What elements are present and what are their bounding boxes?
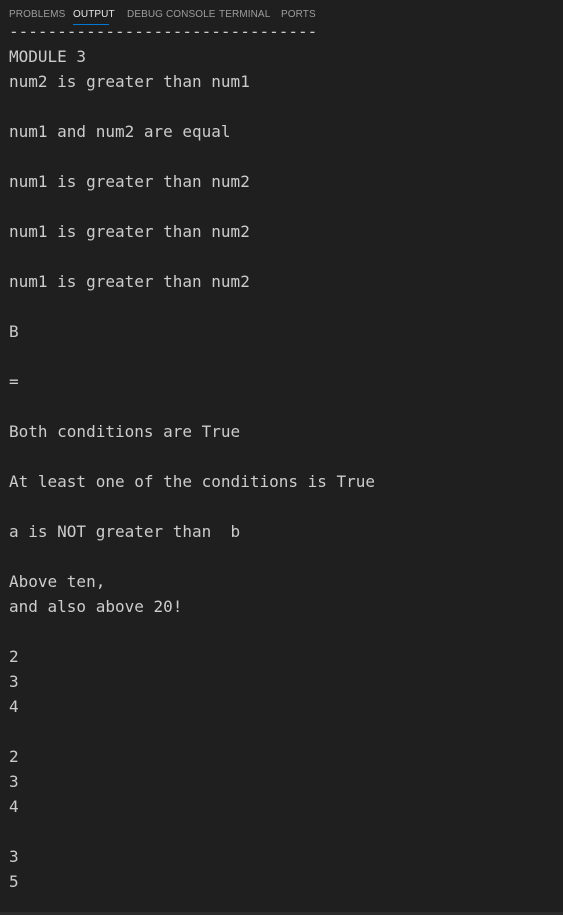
output-line: B (9, 322, 19, 341)
blank-output-line (9, 294, 554, 319)
blank-output-line (9, 244, 554, 269)
blank-output-line (9, 619, 554, 644)
output-line: 2 (9, 747, 19, 766)
output-line: 3 (9, 672, 19, 691)
output-line: Above ten, (9, 572, 106, 591)
blank-output-line (9, 94, 554, 119)
active-tab-indicator (73, 24, 109, 25)
output-line: At least one of the conditions is True (9, 472, 376, 491)
output-line: and also above 20! (9, 597, 183, 616)
blank-output-line (9, 144, 554, 169)
output-line: 4 (9, 697, 19, 716)
blank-output-line (9, 494, 554, 519)
blank-output-line (9, 194, 554, 219)
output-panel: PROBLEMS OUTPUT DEBUG CONSOLE TERMINAL P… (0, 0, 563, 915)
output-line: 5 (9, 872, 19, 891)
output-line: MODULE 3 (9, 47, 87, 66)
output-line: a is NOT greater than b (9, 522, 241, 541)
tab-ports[interactable]: PORTS (281, 9, 316, 20)
blank-output-line (9, 444, 554, 469)
output-text-area[interactable]: -------------------------------- MODULE 3… (9, 19, 554, 894)
output-line: num2 is greater than num1 (9, 72, 250, 91)
output-line: 2 (9, 647, 19, 666)
panel-tab-bar: PROBLEMS OUTPUT DEBUG CONSOLE TERMINAL P… (0, 0, 563, 28)
output-line: num1 is greater than num2 (9, 272, 250, 291)
output-line: num1 and num2 are equal (9, 122, 231, 141)
output-line: 4 (9, 797, 19, 816)
output-line: num1 is greater than num2 (9, 222, 250, 241)
tab-terminal[interactable]: TERMINAL (219, 9, 270, 20)
tab-debug-console[interactable]: DEBUG CONSOLE (127, 9, 216, 20)
output-line: 3 (9, 847, 19, 866)
tab-problems[interactable]: PROBLEMS (9, 9, 65, 20)
blank-output-line (9, 819, 554, 844)
output-line: = (9, 372, 19, 391)
output-line: 3 (9, 772, 19, 791)
blank-output-line (9, 344, 554, 369)
blank-output-line (9, 544, 554, 569)
output-line: num1 is greater than num2 (9, 172, 250, 191)
blank-output-line (9, 719, 554, 744)
blank-output-line (9, 394, 554, 419)
output-line: Both conditions are True (9, 422, 241, 441)
tab-output[interactable]: OUTPUT (73, 9, 115, 20)
